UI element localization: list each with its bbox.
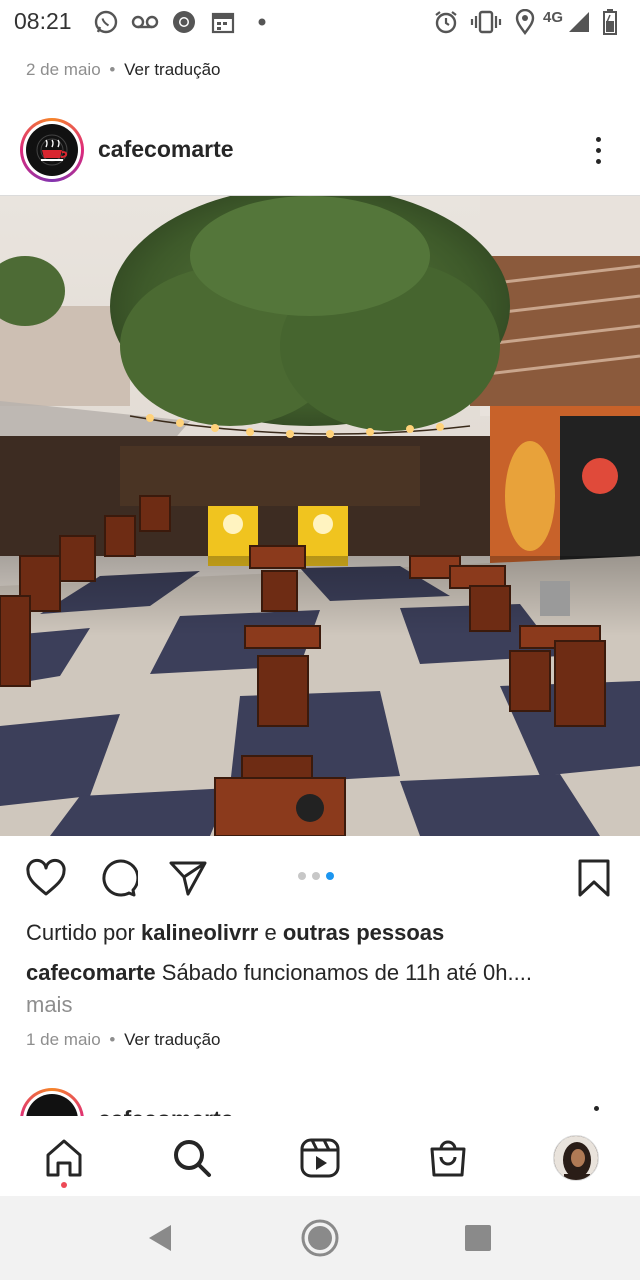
next-post-username[interactable]: cafecomarte bbox=[98, 1106, 234, 1116]
post-action-bar bbox=[0, 850, 640, 904]
voicemail-icon bbox=[130, 8, 160, 36]
previous-post-date: 2 de maio bbox=[26, 60, 101, 79]
liked-by-user[interactable]: kalineolivrr bbox=[141, 920, 258, 945]
post-image[interactable] bbox=[0, 196, 640, 836]
more-vertical-icon[interactable] bbox=[580, 130, 616, 170]
caption-username[interactable]: cafecomarte bbox=[26, 960, 156, 985]
patio-photo bbox=[0, 196, 640, 836]
reels-icon[interactable] bbox=[292, 1130, 348, 1186]
post-author-avatar[interactable] bbox=[20, 118, 84, 182]
carousel-dot bbox=[312, 872, 320, 880]
more-vertical-icon[interactable] bbox=[594, 1106, 599, 1111]
vibrate-icon bbox=[470, 8, 502, 36]
carousel-dot-active bbox=[326, 872, 334, 880]
caption-text: Sábado funcionamos de 11h até 0h.... bbox=[161, 960, 532, 985]
caption-more-link[interactable]: mais bbox=[26, 992, 72, 1017]
search-icon[interactable] bbox=[164, 1130, 220, 1186]
next-post-header: cafecomarte bbox=[0, 1086, 640, 1116]
alarm-icon bbox=[432, 8, 460, 36]
bottom-navigation bbox=[0, 1116, 640, 1196]
next-post-avatar[interactable] bbox=[20, 1088, 84, 1116]
home-icon[interactable] bbox=[36, 1130, 92, 1186]
battery-icon bbox=[600, 8, 620, 36]
post-caption: cafecomarte Sábado funcionamos de 11h at… bbox=[26, 957, 616, 1021]
whatsapp-icon bbox=[92, 8, 120, 36]
bookmark-icon[interactable] bbox=[572, 856, 616, 900]
status-bar: 08:21 4G bbox=[0, 0, 640, 44]
post-header: cafecomarte bbox=[0, 110, 640, 194]
carousel-dot bbox=[298, 872, 306, 880]
chrome-icon bbox=[170, 8, 198, 36]
separator: • bbox=[109, 60, 116, 79]
dot-icon bbox=[256, 8, 268, 36]
cafecomarte-logo bbox=[26, 124, 78, 176]
like-icon[interactable] bbox=[24, 856, 68, 900]
status-time: 08:21 bbox=[14, 8, 72, 34]
notification-dot bbox=[61, 1182, 67, 1188]
signal-icon bbox=[566, 8, 592, 36]
liked-by-others[interactable]: outras pessoas bbox=[283, 920, 444, 945]
profile-avatar[interactable] bbox=[548, 1130, 604, 1186]
share-icon[interactable] bbox=[166, 856, 210, 900]
back-icon[interactable] bbox=[138, 1216, 182, 1260]
shop-icon[interactable] bbox=[420, 1130, 476, 1186]
carousel-indicator bbox=[298, 872, 334, 880]
recents-icon[interactable] bbox=[456, 1216, 500, 1260]
likes-conjunction: e bbox=[264, 920, 277, 945]
home-circle-icon[interactable] bbox=[298, 1216, 342, 1260]
android-navigation-bar bbox=[0, 1196, 640, 1280]
likes-prefix: Curtido por bbox=[26, 920, 135, 945]
post-meta: 1 de maio • Ver tradução bbox=[26, 1030, 221, 1050]
calendar-icon bbox=[210, 8, 236, 36]
likes-summary: Curtido por kalineolivrr e outras pessoa… bbox=[26, 920, 444, 946]
post-username[interactable]: cafecomarte bbox=[98, 136, 234, 163]
network-type: 4G bbox=[543, 9, 564, 26]
see-translation-link[interactable]: Ver tradução bbox=[124, 60, 220, 79]
comment-icon[interactable] bbox=[96, 856, 140, 900]
post-date: 1 de maio bbox=[26, 1030, 101, 1049]
location-icon bbox=[513, 8, 537, 36]
previous-post-meta: 2 de maio • Ver tradução bbox=[26, 60, 221, 80]
separator: • bbox=[109, 1030, 116, 1049]
see-translation-link[interactable]: Ver tradução bbox=[124, 1030, 220, 1049]
